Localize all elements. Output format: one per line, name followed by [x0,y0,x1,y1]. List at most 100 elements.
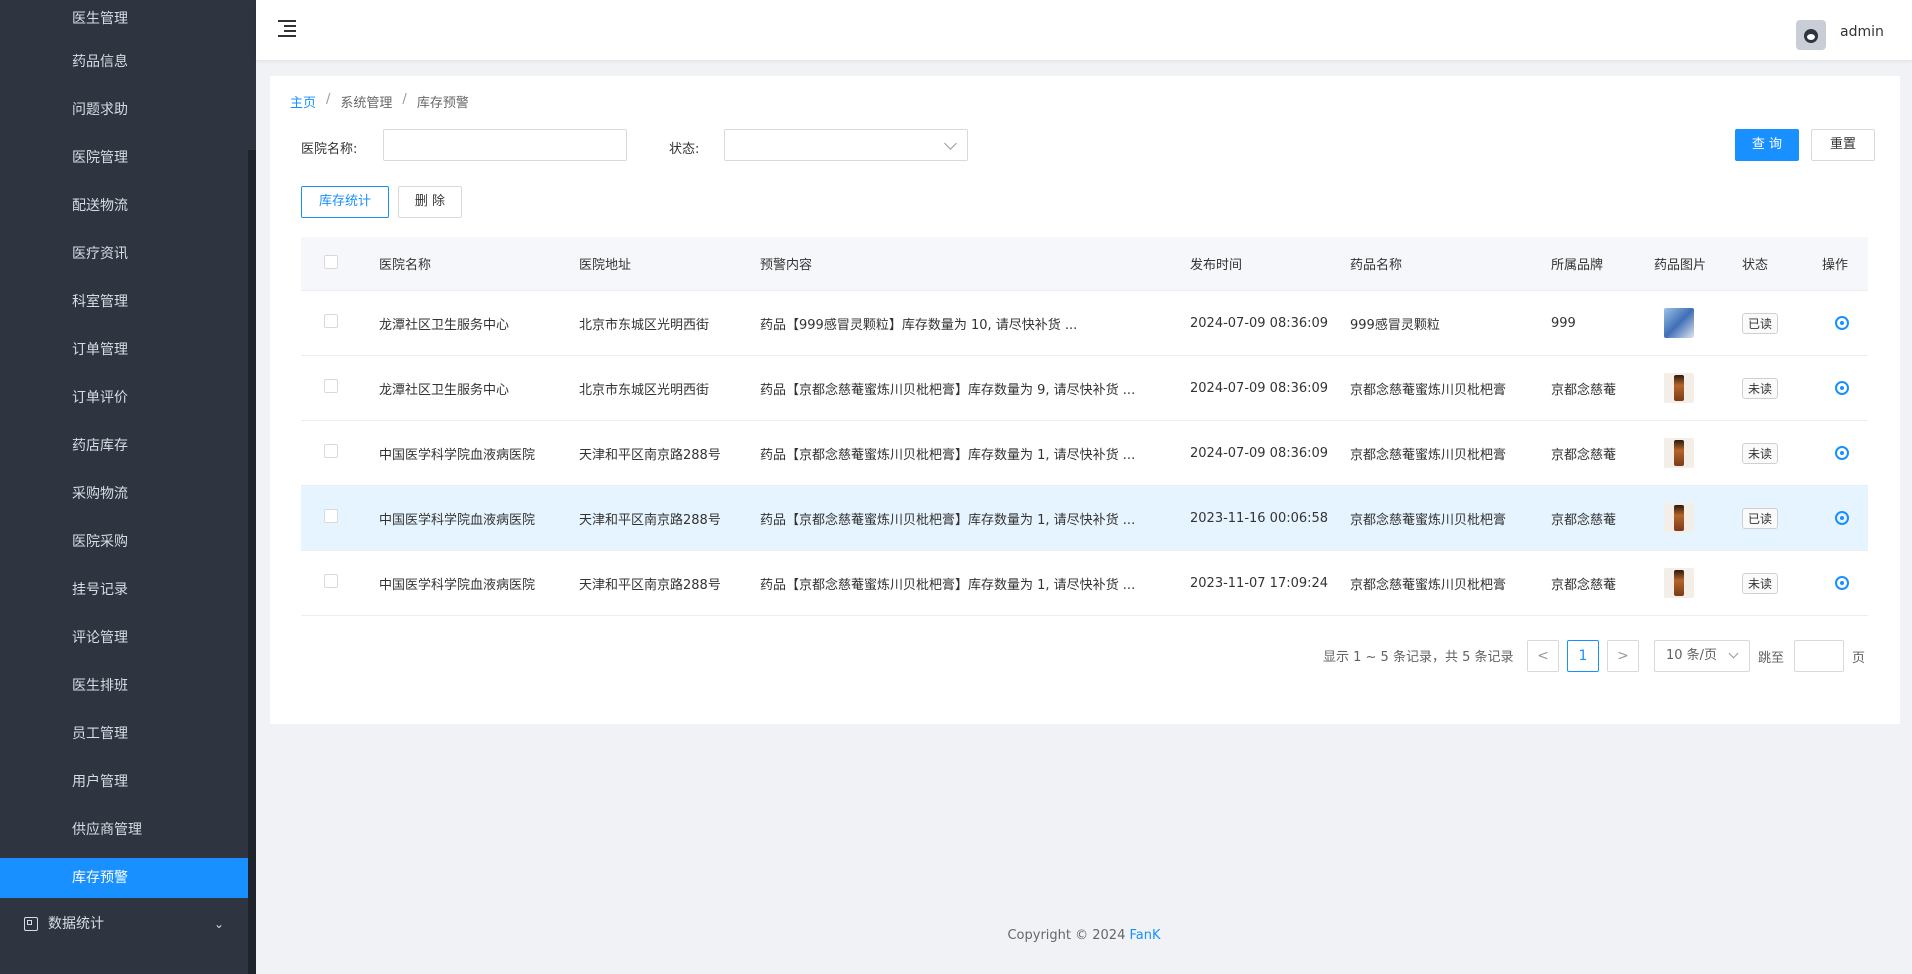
cell-brand: 京都念慈菴 [1551,447,1617,463]
sidebar-menu: 医生管理 药品信息 问题求助 医院管理 配送物流 医疗资讯 科室管理 订单管理 … [0,0,248,948]
sidebar-item-registration[interactable]: 挂号记录 [0,566,248,614]
table-row[interactable]: 中国医学科学院血液病医院 天津和平区南京路288号 药品【京都念慈菴蜜炼川贝枇杷… [301,551,1868,616]
footer: Copyright © 2024 FanK [256,928,1912,943]
gear-icon[interactable] [1835,576,1849,590]
stock-stats-button[interactable]: 库存统计 [301,186,389,218]
sidebar-item-order-reviews[interactable]: 订单评价 [0,374,248,422]
gear-icon[interactable] [1835,316,1849,330]
syrup-bottle-image[interactable] [1664,568,1694,598]
row-checkbox[interactable] [324,509,338,523]
table-header: 医院名称 医院地址 预警内容 发布时间 药品名称 所属品牌 药品图片 状态 操作 [301,237,1868,291]
chart-icon [24,917,38,931]
cell-hospital: 中国医学科学院血液病医院 [379,577,536,593]
next-page-button[interactable]: > [1607,640,1639,672]
sidebar-item-drug-info[interactable]: 药品信息 [0,38,248,86]
footer-brand-link[interactable]: FanK [1130,928,1161,943]
content-card: 主页 / 系统管理 / 库存预警 医院名称: 状态: 查 询 重置 库存统计 删… [270,76,1900,724]
cell-drug: 京都念慈菴蜜炼川贝枇杷膏 [1350,382,1507,398]
sidebar-item-purchase-logistics[interactable]: 采购物流 [0,470,248,518]
syrup-bottle-image[interactable] [1664,438,1694,468]
sidebar-item-department[interactable]: 科室管理 [0,278,248,326]
sidebar-item-comments[interactable]: 评论管理 [0,614,248,662]
col-drug-image: 药品图片 [1654,258,1707,273]
prev-page-button[interactable]: < [1527,640,1559,672]
row-checkbox[interactable] [324,444,338,458]
gear-icon[interactable] [1835,381,1849,395]
avatar[interactable] [1796,20,1826,50]
syrup-bottle-image[interactable] [1664,373,1694,403]
cell-drug: 京都念慈菴蜜炼川贝枇杷膏 [1350,512,1507,528]
reset-button[interactable]: 重置 [1811,129,1875,161]
chevron-down-icon [944,137,957,150]
cell-drug: 999感冒灵颗粒 [1350,317,1440,333]
breadcrumb-separator: / [402,92,407,107]
col-warning-content: 预警内容 [760,258,813,273]
cell-drug: 京都念慈菴蜜炼川贝枇杷膏 [1350,447,1507,463]
page-unit-label: 页 [1852,651,1866,666]
sidebar-scrollbar[interactable] [248,150,256,974]
cell-time: 2024-07-09 08:36:09 [1190,315,1329,331]
sidebar-item-doctor-management[interactable]: 医生管理 [0,0,248,38]
top-header: admin [256,0,1912,60]
menu-fold-icon[interactable] [278,20,298,38]
gear-icon[interactable] [1835,511,1849,525]
cell-address: 北京市东城区光明西街 [579,317,710,333]
status-label: 状态: [669,142,700,157]
table-row[interactable]: 龙潭社区卫生服务中心 北京市东城区光明西街 药品【京都念慈菴蜜炼川贝枇杷膏】库存… [301,356,1868,421]
sidebar-item-staff[interactable]: 员工管理 [0,710,248,758]
sidebar-item-hospital-management[interactable]: 医院管理 [0,134,248,182]
status-badge: 未读 [1742,377,1779,399]
row-checkbox[interactable] [324,574,338,588]
hospital-name-label: 医院名称: [301,142,358,157]
delete-button[interactable]: 删 除 [398,186,462,218]
cell-address: 北京市东城区光明西街 [579,382,710,398]
sidebar-item-orders[interactable]: 订单管理 [0,326,248,374]
status-badge: 已读 [1742,507,1779,529]
sidebar-item-suppliers[interactable]: 供应商管理 [0,806,248,854]
table-row[interactable]: 中国医学科学院血液病医院 天津和平区南京路288号 药品【京都念慈菴蜜炼川贝枇杷… [301,486,1868,551]
cell-hospital: 中国医学科学院血液病医院 [379,512,536,528]
cell-content: 药品【京都念慈菴蜜炼川贝枇杷膏】库存数量为 1, 请尽快补货 ... [760,512,1136,528]
cell-time: 2023-11-16 00:06:58 [1190,510,1329,526]
sidebar-item-doctor-schedule[interactable]: 医生排班 [0,662,248,710]
status-badge: 未读 [1742,442,1779,464]
sidebar-item-logistics[interactable]: 配送物流 [0,182,248,230]
page-size-select[interactable]: 10 条/页 [1654,640,1750,672]
breadcrumb-system[interactable]: 系统管理 [340,92,392,111]
query-button[interactable]: 查 询 [1735,129,1799,161]
row-checkbox[interactable] [324,379,338,393]
hospital-name-input[interactable] [383,129,627,161]
sidebar-group-statistics[interactable]: 数据统计 ⌄ [0,900,248,948]
sidebar-item-users[interactable]: 用户管理 [0,758,248,806]
sidebar-item-medical-news[interactable]: 医疗资讯 [0,230,248,278]
breadcrumb: 主页 / 系统管理 / 库存预警 [290,92,469,111]
status-badge: 已读 [1742,312,1779,334]
col-hospital-name: 医院名称 [379,258,432,273]
gear-icon[interactable] [1835,446,1849,460]
cell-hospital: 龙潭社区卫生服务中心 [379,382,510,398]
cell-time: 2024-07-09 08:36:09 [1190,445,1329,461]
col-operation: 操作 [1822,258,1849,273]
username[interactable]: admin [1840,24,1884,40]
sidebar-item-pharmacy-stock[interactable]: 药店库存 [0,422,248,470]
page-number-button[interactable]: 1 [1567,640,1599,672]
table-row[interactable]: 龙潭社区卫生服务中心 北京市东城区光明西街 药品【999感冒灵颗粒】库存数量为 … [301,291,1868,356]
jump-page-input[interactable] [1794,640,1844,672]
medicine-box-image[interactable] [1664,308,1694,338]
page-size-value: 10 条/页 [1666,648,1718,663]
select-all-checkbox[interactable] [324,254,338,269]
status-select[interactable] [724,129,968,161]
table-row[interactable]: 中国医学科学院血液病医院 天津和平区南京路288号 药品【京都念慈菴蜜炼川贝枇杷… [301,421,1868,486]
row-checkbox[interactable] [324,314,338,328]
breadcrumb-separator: / [326,92,331,107]
copyright-text: Copyright © 2024 [1007,928,1126,943]
sidebar-item-hospital-purchase[interactable]: 医院采购 [0,518,248,566]
breadcrumb-current: 库存预警 [416,96,469,111]
breadcrumb-home[interactable]: 主页 [290,92,316,111]
sidebar-item-stock-warning[interactable]: 库存预警 [0,858,248,898]
col-drug-name: 药品名称 [1350,258,1403,273]
sidebar-item-help[interactable]: 问题求助 [0,86,248,134]
syrup-bottle-image[interactable] [1664,503,1694,533]
cell-address: 天津和平区南京路288号 [579,447,721,463]
sidebar-group-label: 数据统计 [48,916,104,932]
